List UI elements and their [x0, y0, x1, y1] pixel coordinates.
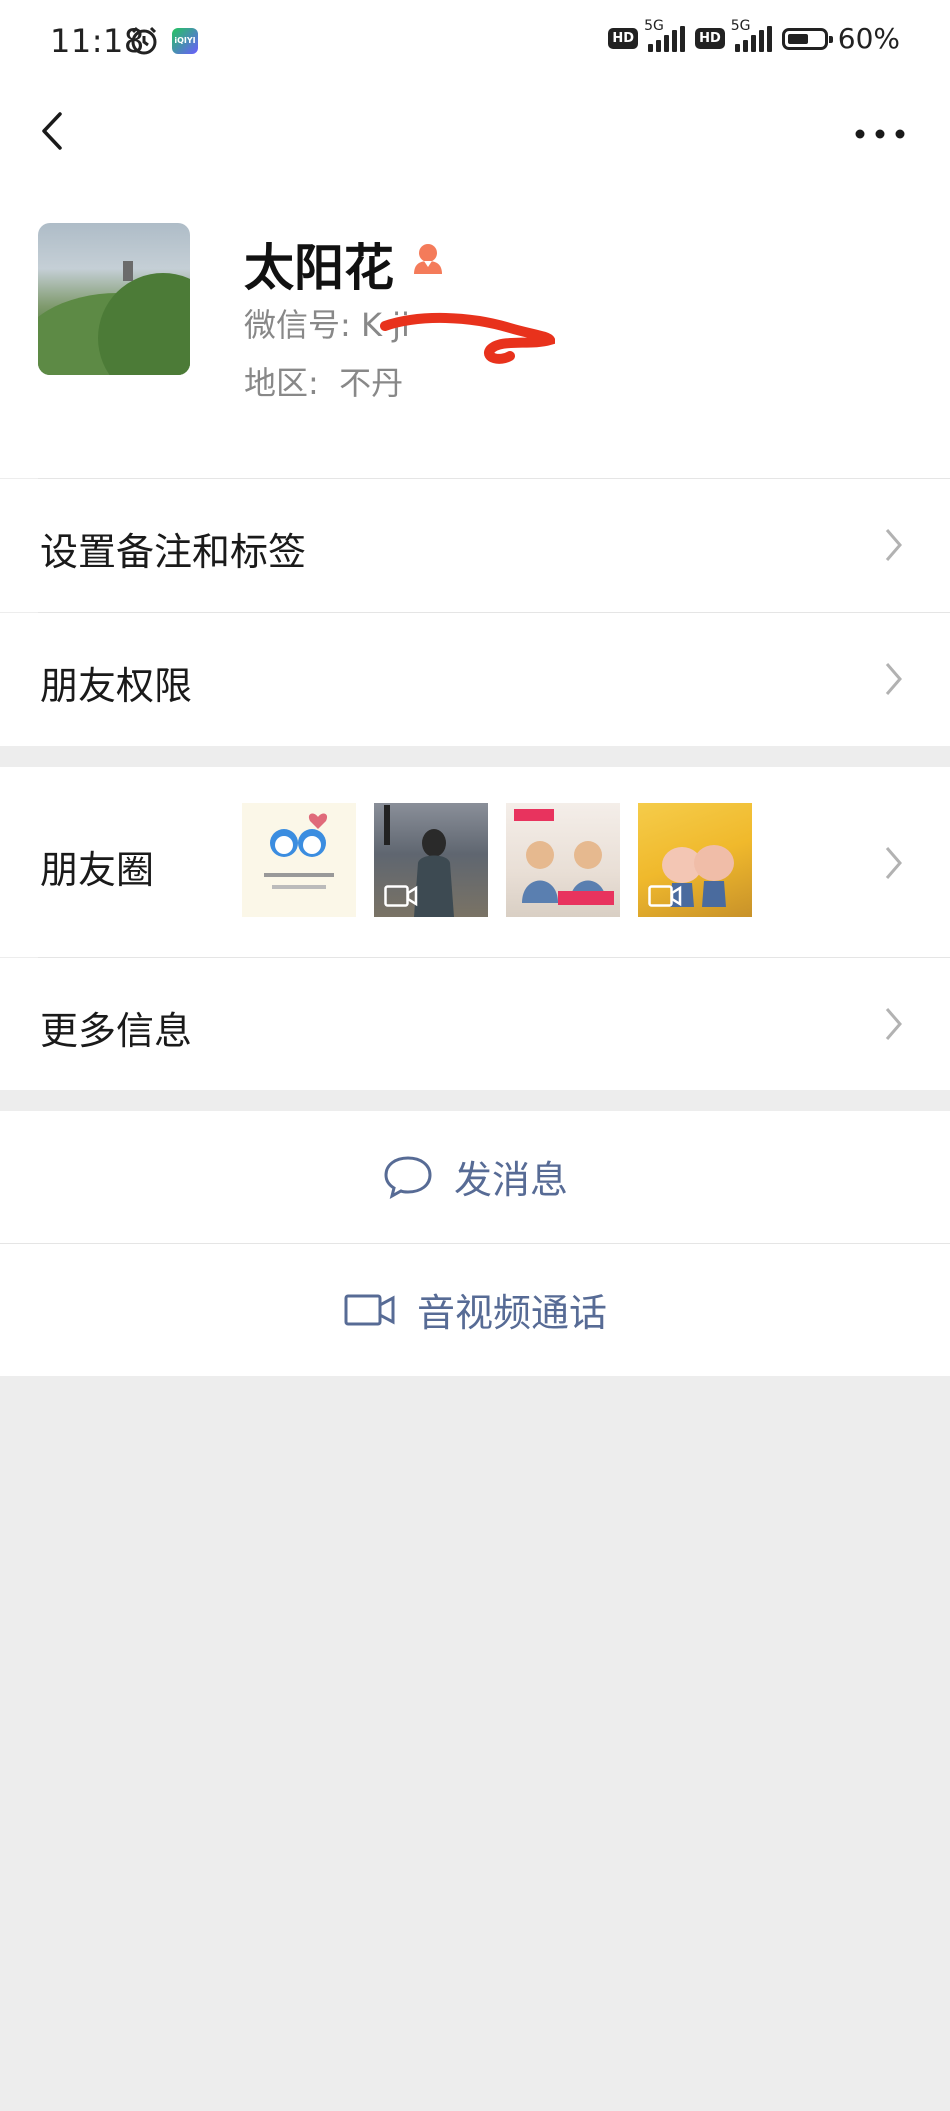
- moments-label: 朋友圈: [40, 848, 155, 892]
- region: 地区: 不丹: [244, 364, 404, 402]
- av-call-label: 音视频通话: [416, 1291, 607, 1335]
- moments-thumb[interactable]: [506, 803, 620, 917]
- send-message-label: 发消息: [453, 1158, 568, 1202]
- signal-5g-icon-2: 5G: [731, 18, 772, 52]
- chevron-right-icon: [885, 1008, 902, 1040]
- send-message-button[interactable]: 发消息: [0, 1111, 950, 1243]
- female-user-icon: [414, 244, 442, 274]
- status-bar: 11:18 iQIYI HD 5G HD 5G 60%: [0, 0, 950, 86]
- battery-icon: [781, 27, 833, 50]
- video-icon: [648, 885, 682, 907]
- battery-percentage: 60%: [837, 22, 900, 55]
- chevron-left-icon[interactable]: [32, 108, 78, 154]
- friend-permissions-row[interactable]: 朋友权限: [0, 613, 950, 746]
- moments-thumb[interactable]: [242, 803, 356, 917]
- iqiyi-app-icon: iQIYI: [172, 28, 198, 54]
- chevron-right-icon: [885, 663, 902, 695]
- moments-thumb[interactable]: [638, 803, 752, 917]
- signal-5g-icon: 5G: [644, 18, 686, 52]
- av-call-button[interactable]: 音视频通话: [0, 1244, 950, 1376]
- remark-tags-row[interactable]: 设置备注和标签: [0, 479, 950, 612]
- chevron-right-icon: [885, 847, 902, 879]
- contact-name: 太阳花: [244, 239, 394, 297]
- avatar[interactable]: [38, 223, 190, 375]
- redaction-scribble: [380, 313, 555, 364]
- top-nav: [0, 86, 950, 178]
- chat-bubble-icon: [384, 1155, 432, 1199]
- moments-thumb[interactable]: [374, 803, 488, 917]
- alarm-clock-icon: [131, 26, 157, 55]
- more-info-label: 更多信息: [40, 1009, 193, 1053]
- chevron-right-icon: [885, 529, 902, 561]
- moments-thumbnails: [242, 803, 752, 917]
- hd-badge: HD: [608, 28, 639, 49]
- moments-row[interactable]: 朋友圈: [0, 767, 950, 957]
- friend-permissions-label: 朋友权限: [40, 664, 193, 708]
- video-call-icon: [344, 1294, 395, 1325]
- hd-badge-2: HD: [695, 28, 725, 49]
- video-icon: [384, 885, 418, 907]
- remark-tags-label: 设置备注和标签: [40, 530, 307, 574]
- ellipsis-icon[interactable]: [850, 114, 910, 154]
- profile-header: 太阳花 微信号: K ji 地区: 不丹: [0, 178, 950, 478]
- more-info-row[interactable]: 更多信息: [0, 958, 950, 1090]
